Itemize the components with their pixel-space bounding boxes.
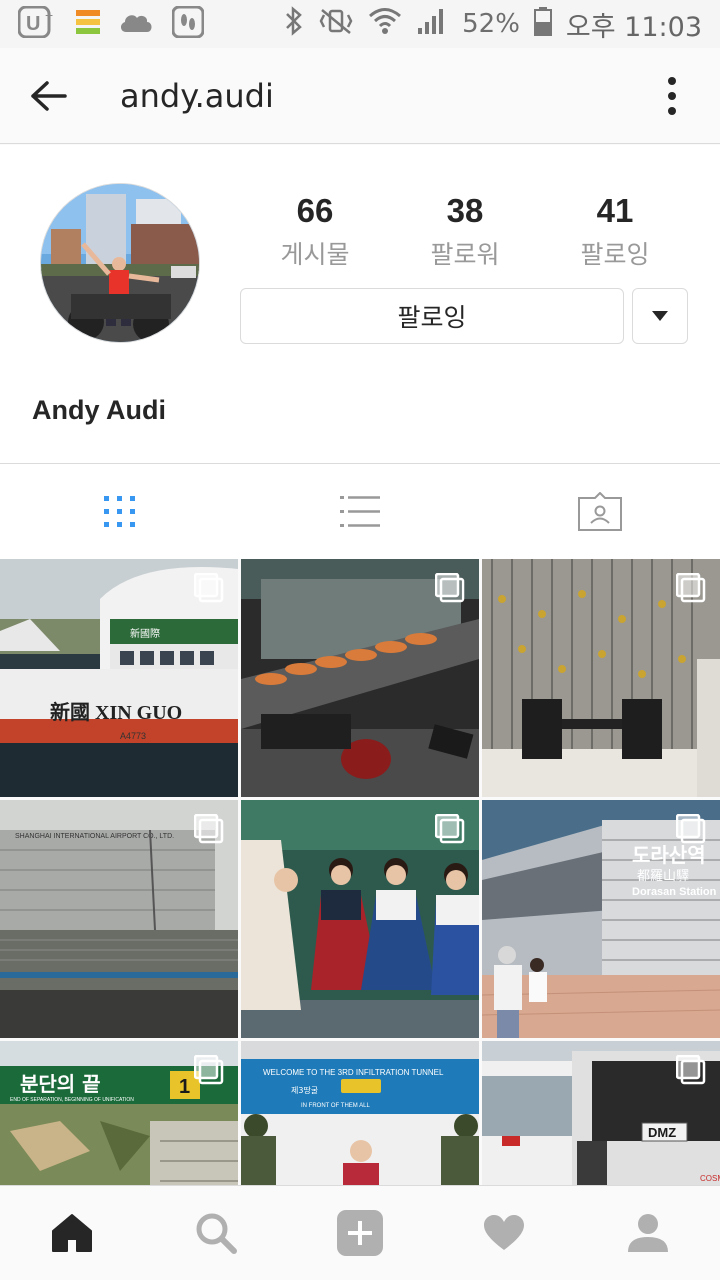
post-thumbnail[interactable]: WELCOME TO THE 3RD INFILTRATION TUNNEL I…	[241, 1041, 479, 1185]
profile-section: 66 게시물 38 팔로워 41 팔로잉 팔로잉 Andy Audi	[0, 145, 720, 463]
nav-search[interactable]	[144, 1186, 288, 1280]
stat-following-label: 팔로잉	[580, 240, 650, 269]
profile-stats: 66 게시물 38 팔로워 41 팔로잉	[240, 191, 690, 271]
post-thumbnail[interactable]: 도라산역 都羅山驛 Dorasan Station	[482, 800, 720, 1038]
header-username: andy.audi	[120, 76, 274, 115]
battery-icon	[533, 6, 552, 43]
post-thumbnail[interactable]	[482, 559, 720, 797]
tagged-person-icon	[578, 491, 622, 531]
post-caption-text: 도라산역	[632, 843, 706, 867]
following-button[interactable]: 팔로잉	[240, 288, 624, 344]
multiple-photos-icon	[676, 1055, 706, 1085]
post-thumbnail[interactable]: 新國 XIN GUO A4773 新國際	[0, 559, 238, 797]
app-notification-icon	[76, 9, 100, 39]
vibrate-mute-icon	[318, 6, 354, 43]
post-photo: WELCOME TO THE 3RD INFILTRATION TUNNEL I…	[241, 1041, 479, 1185]
profile-header: andy.audi	[0, 48, 720, 144]
uplus-icon: U +	[17, 5, 58, 43]
tab-grid[interactable]	[0, 464, 240, 559]
stat-posts-label: 게시물	[280, 240, 350, 269]
stat-posts-count: 66	[296, 192, 334, 229]
heart-icon	[484, 1215, 524, 1250]
home-icon	[52, 1214, 92, 1252]
status-bar: U + 52% 오후 11:03	[0, 0, 720, 48]
cloud-icon	[118, 10, 154, 39]
post-brand-text: COSM	[700, 1174, 720, 1183]
search-icon	[196, 1213, 237, 1254]
more-options-button[interactable]	[624, 48, 720, 144]
list-icon	[340, 495, 380, 527]
multiple-photos-icon	[676, 573, 706, 603]
post-thumbnail[interactable]	[241, 559, 479, 797]
bottom-navigation	[0, 1185, 720, 1280]
post-brand-text: Dorasan Station	[632, 886, 717, 898]
stat-followers-label: 팔로워	[430, 240, 500, 269]
arrow-left-icon	[31, 80, 67, 111]
post-caption-text: 분단의 끝	[20, 1072, 101, 1096]
post-caption-text: WELCOME TO THE 3RD INFILTRATION TUNNEL	[263, 1068, 444, 1077]
grid-icon	[104, 495, 135, 527]
post-caption-text: 新國 XIN GUO	[50, 700, 182, 724]
stat-following[interactable]: 41 팔로잉	[540, 191, 690, 271]
footprint-app-icon	[171, 5, 205, 43]
svg-text:+: +	[45, 7, 53, 23]
stat-following-count: 41	[596, 192, 634, 229]
suggestions-dropdown-button[interactable]	[632, 288, 688, 344]
post-subcaption-text: END OF SEPARATION, BEGINNING OF UNIFICAT…	[10, 1097, 134, 1103]
multiple-photos-icon	[435, 814, 465, 844]
bluetooth-icon	[284, 5, 304, 43]
back-button[interactable]	[0, 48, 96, 144]
svg-text:U: U	[26, 13, 40, 35]
post-subcaption-text: A4773	[120, 731, 146, 741]
nav-add-post[interactable]	[288, 1186, 432, 1280]
signal-icon	[416, 6, 448, 43]
wifi-icon	[368, 6, 402, 43]
multiple-photos-icon	[194, 1055, 224, 1085]
posts-grid: 新國 XIN GUO A4773 新國際 SHANGHAI INTERNATIO…	[0, 559, 720, 1185]
stat-followers[interactable]: 38 팔로워	[390, 191, 540, 271]
add-post-icon	[337, 1210, 383, 1256]
post-brand-text: 新國際	[130, 627, 160, 640]
triangle-down-icon	[652, 311, 668, 321]
battery-percent: 52%	[462, 9, 520, 39]
tab-list[interactable]	[240, 464, 480, 559]
avatar[interactable]	[40, 183, 200, 343]
multiple-photos-icon	[435, 573, 465, 603]
profile-tabs	[0, 463, 720, 559]
status-clock: 오후 11:03	[565, 11, 702, 43]
post-thumbnail[interactable]: SHANGHAI INTERNATIONAL AIRPORT CO., LTD.	[0, 800, 238, 1038]
post-brand-text: 1	[179, 1076, 190, 1098]
nav-activity[interactable]	[432, 1186, 576, 1280]
post-caption-text: DMZ	[648, 1125, 676, 1140]
multiple-photos-icon	[194, 814, 224, 844]
post-thumbnail[interactable]	[241, 800, 479, 1038]
multiple-photos-icon	[676, 814, 706, 844]
multiple-photos-icon	[194, 573, 224, 603]
profile-icon	[628, 1214, 668, 1252]
nav-profile[interactable]	[576, 1186, 720, 1280]
post-thumbnail[interactable]: 분단의 끝 END OF SEPARATION, BEGINNING OF UN…	[0, 1041, 238, 1185]
post-subcaption-text: IN FRONT OF THEM ALL	[301, 1103, 370, 1109]
nav-home[interactable]	[0, 1186, 144, 1280]
post-subcaption-text: 都羅山驛	[637, 869, 689, 884]
post-brand-text: 제3땅굴	[291, 1085, 318, 1095]
vertical-dots-icon	[668, 76, 676, 115]
stat-posts[interactable]: 66 게시물	[240, 191, 390, 271]
tab-tagged[interactable]	[480, 464, 720, 559]
post-thumbnail[interactable]: DMZ COSM	[482, 1041, 720, 1185]
display-name: Andy Audi	[32, 395, 166, 425]
stat-followers-count: 38	[446, 192, 484, 229]
